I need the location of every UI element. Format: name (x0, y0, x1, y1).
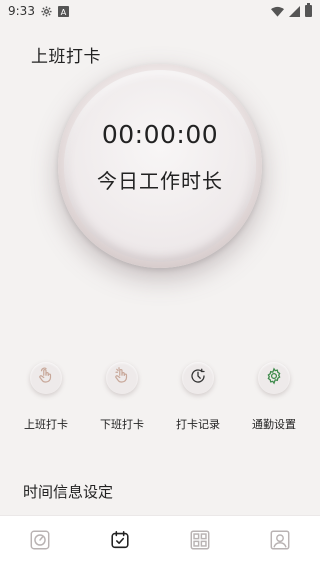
bottom-nav (0, 515, 320, 568)
clock-tab-icon (29, 529, 51, 555)
settings-gear-icon (265, 367, 283, 389)
clock-in-label: 上班打卡 (24, 418, 68, 431)
action-row: 上班打卡 下班打卡 打卡记录 通勤设置 (0, 362, 320, 442)
nav-tab-apps[interactable] (180, 522, 220, 562)
clock-out-label: 下班打卡 (100, 418, 144, 431)
nav-tab-checkin[interactable] (100, 522, 140, 562)
records-button[interactable] (182, 362, 214, 394)
commute-settings-label: 通勤设置 (252, 418, 296, 431)
status-right (271, 3, 312, 17)
wifi-icon (271, 6, 284, 17)
commute-settings-button[interactable] (258, 362, 290, 394)
records-action[interactable]: 打卡记录 (160, 362, 236, 432)
clock-in-button[interactable] (30, 362, 62, 394)
status-time: 9:33 (8, 4, 35, 18)
grid-tab-icon (189, 529, 211, 555)
clock-out-button[interactable] (106, 362, 138, 394)
tap-hand-icon (37, 367, 55, 389)
calendar-check-tab-icon (109, 529, 131, 555)
a-notification-icon: A (57, 5, 69, 17)
clock-in-action[interactable]: 上班打卡 (8, 362, 84, 432)
battery-icon (305, 3, 312, 17)
time-info-section-title: 时间信息设定 (23, 483, 114, 501)
status-left: 9:33 A (8, 4, 69, 18)
page-title: 上班打卡 (31, 47, 101, 67)
work-duration-label: 今日工作时长 (97, 169, 223, 193)
profile-tab-icon (269, 529, 291, 555)
tap-hand-alt-icon (113, 367, 131, 389)
commute-settings-action[interactable]: 通勤设置 (236, 362, 312, 432)
svg-text:A: A (61, 7, 67, 17)
settings-gear-icon (41, 5, 52, 17)
signal-icon (289, 5, 300, 17)
status-bar: 9:33 A (0, 0, 320, 22)
work-duration-time: 00:00:00 (101, 120, 219, 149)
nav-tab-profile[interactable] (260, 522, 300, 562)
history-clock-icon (189, 367, 207, 389)
nav-tab-clock[interactable] (20, 522, 60, 562)
clock-out-action[interactable]: 下班打卡 (84, 362, 160, 432)
records-label: 打卡记录 (176, 418, 220, 431)
